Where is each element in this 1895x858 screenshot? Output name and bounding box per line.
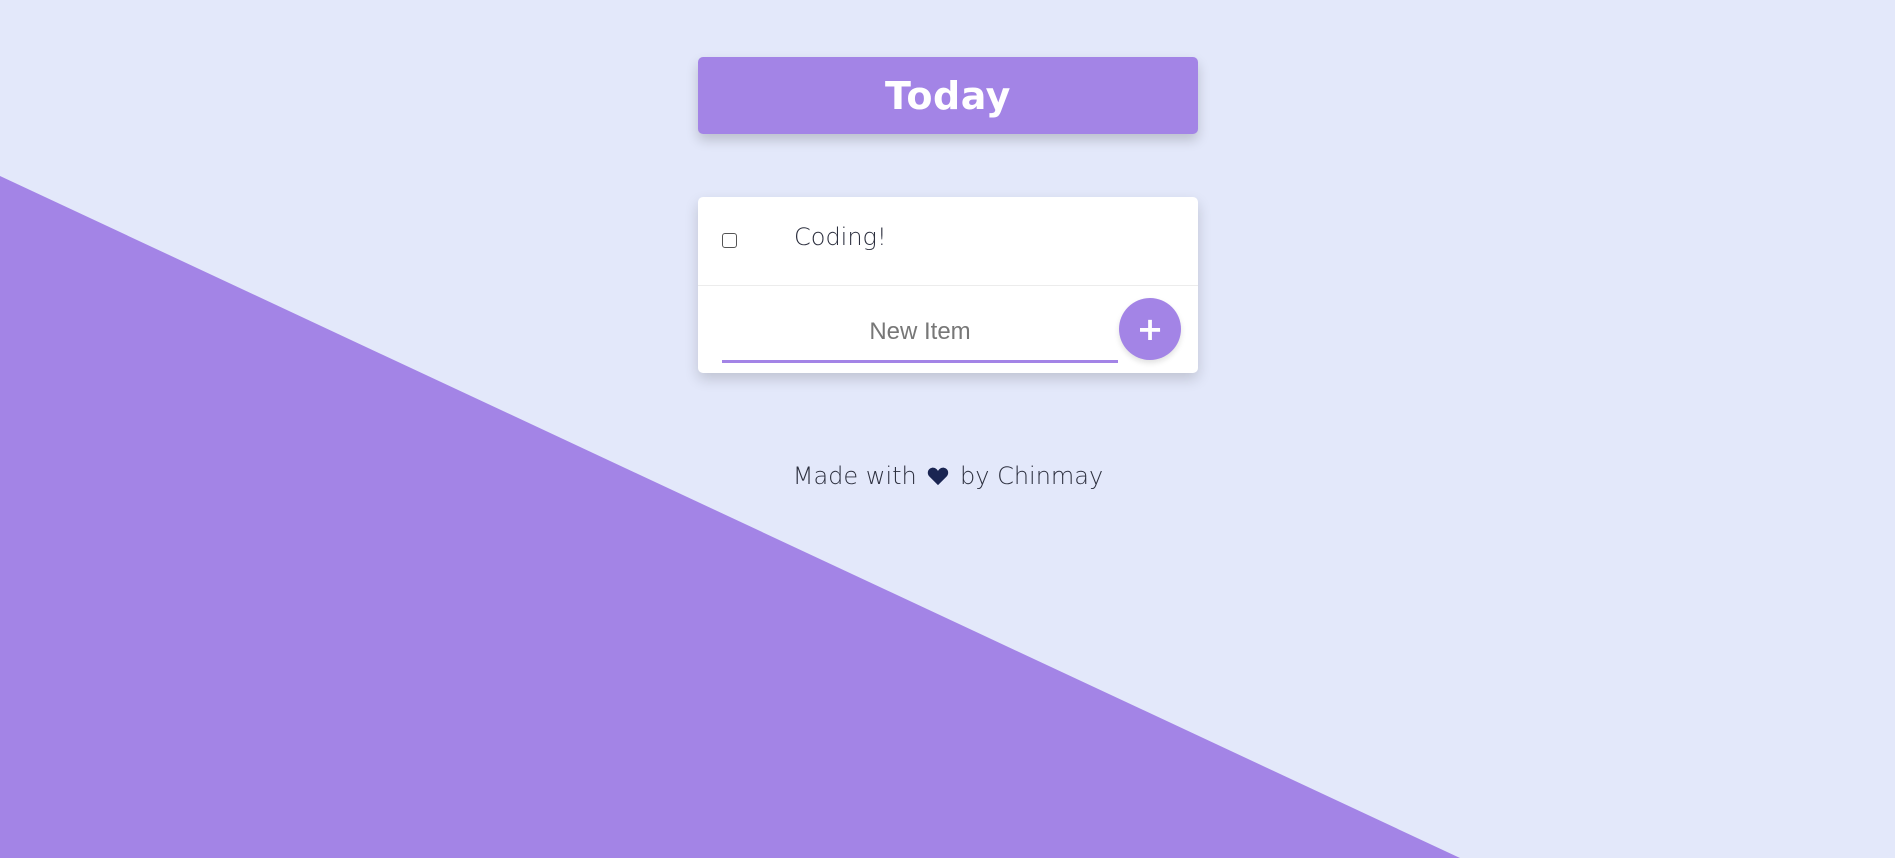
add-item-button[interactable]: + [1119,298,1181,360]
item-label: Coding! [794,223,887,251]
footer-credit: Made with by Chinmay [698,462,1198,490]
heart-icon [928,467,949,486]
item-checkbox[interactable] [722,233,737,248]
header-banner: Today [698,57,1198,134]
list-item: Coding! [698,197,1198,286]
footer-suffix: by Chinmay [960,462,1104,490]
footer-prefix: Made with [792,462,917,490]
new-item-input[interactable] [722,303,1118,363]
page-title: Today [885,73,1011,118]
todo-card: Coding! + [698,197,1198,373]
